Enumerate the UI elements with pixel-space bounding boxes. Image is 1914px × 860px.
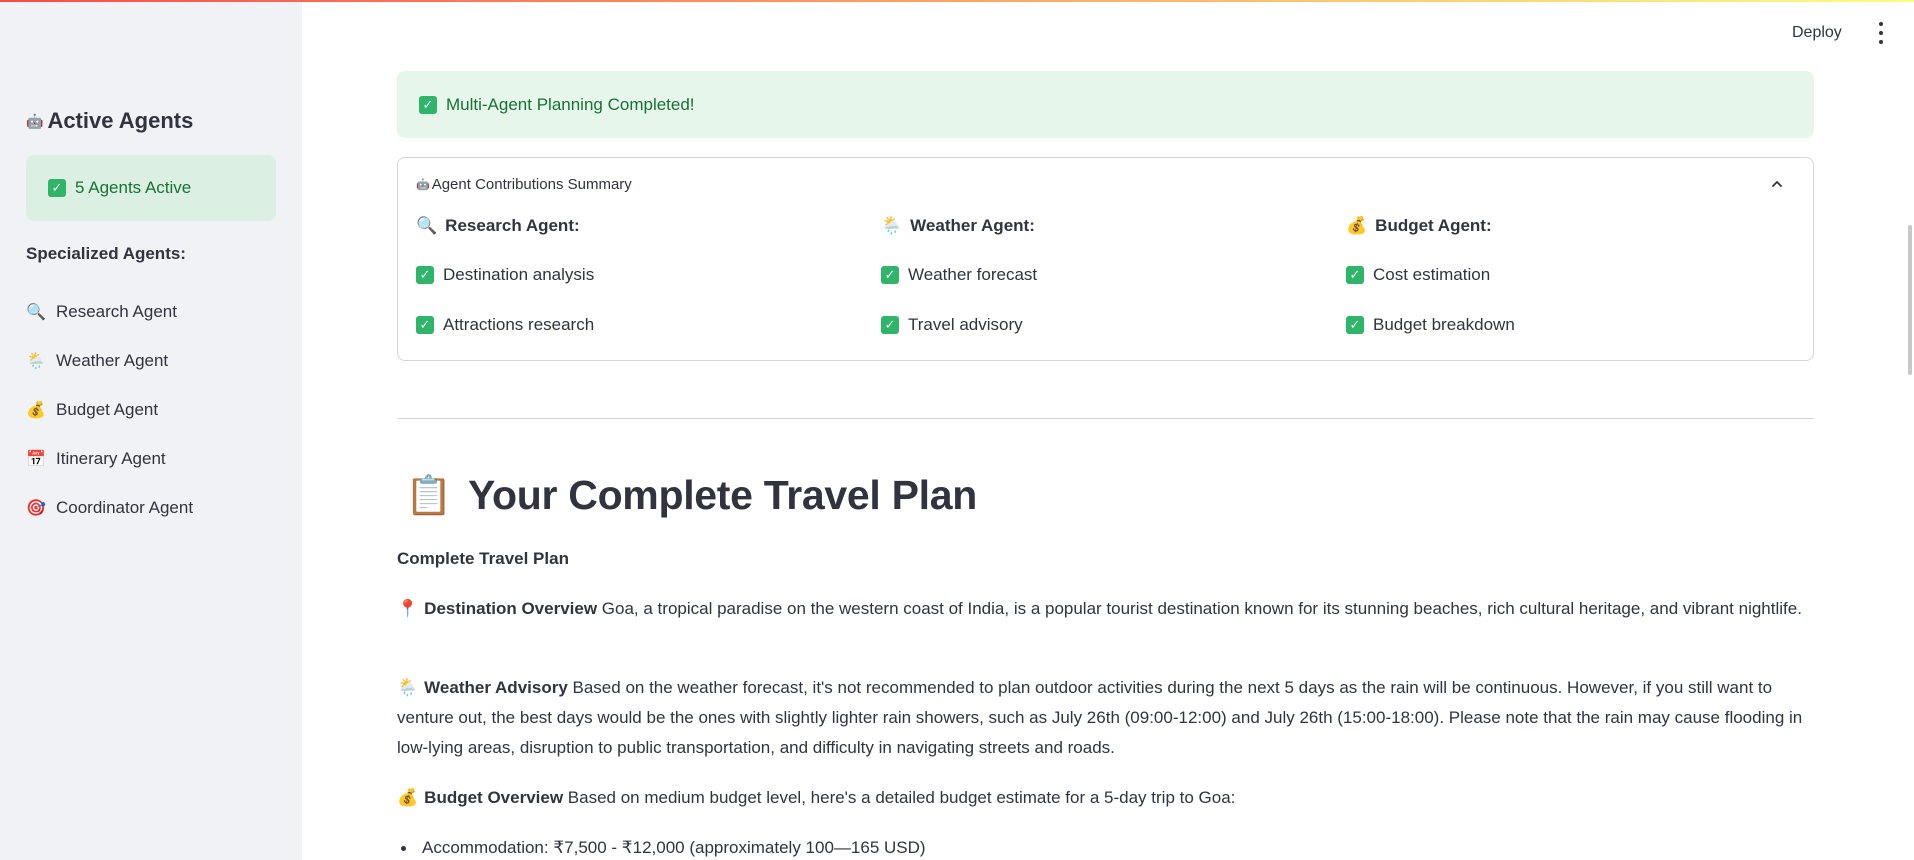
agents-active-status: ✓ 5 Agents Active	[26, 155, 276, 221]
bullet-text: Accommodation: ₹7,500 - ₹12,000 (approxi…	[422, 838, 926, 857]
budget-text: Based on medium budget level, here's a d…	[567, 788, 1236, 807]
agent-list: 🔍 Research Agent 🌦️ Weather Agent 💰 Budg…	[26, 287, 193, 532]
sidebar-item-label: Research Agent	[56, 301, 177, 321]
expander-header[interactable]: 🤖 Agent Contributions Summary	[416, 176, 632, 193]
plan-subtitle: Complete Travel Plan	[397, 549, 569, 568]
check-icon: ✓	[416, 316, 434, 334]
money-bag-icon: 💰	[397, 788, 419, 807]
column-title-text: Research Agent:	[445, 216, 580, 235]
page-title-text: Your Complete Travel Plan	[468, 472, 977, 518]
money-bag-icon: 💰	[26, 401, 46, 419]
sidebar-title: 🤖 Active Agents	[26, 108, 193, 134]
success-banner-text: Multi-Agent Planning Completed!	[446, 94, 695, 114]
sidebar-item-label: Weather Agent	[56, 350, 169, 370]
list-item: ✓ Destination analysis	[416, 263, 856, 287]
sidebar-item-budget-agent: 💰 Budget Agent	[26, 385, 193, 434]
sidebar-item-itinerary-agent: 📅 Itinerary Agent	[26, 434, 193, 483]
expander-title: Agent Contributions Summary	[431, 176, 632, 193]
budget-overview: 💰 Budget Overview Based on medium budget …	[397, 783, 1817, 813]
sidebar-item-label: Coordinator Agent	[56, 497, 194, 517]
column-title: 🌦️ Weather Agent:	[881, 214, 1321, 238]
divider	[397, 418, 1814, 419]
sidebar-item-label: Itinerary Agent	[56, 448, 166, 468]
robot-icon: 🤖	[26, 112, 44, 129]
scrollbar-thumb[interactable]	[1908, 225, 1912, 375]
weather-heading: Weather Advisory	[424, 678, 568, 697]
pin-icon: 📍	[397, 599, 419, 618]
clipboard-icon: 📋	[405, 474, 453, 517]
column-title-text: Budget Agent:	[1375, 216, 1492, 235]
sun-cloud-icon: 🌦️	[397, 678, 419, 697]
specialized-agents-heading: Specialized Agents:	[26, 244, 186, 263]
agent-contributions-expander: 🤖 Agent Contributions Summary 🔍 Research…	[397, 157, 1814, 361]
list-item: ✓ Attractions research	[416, 313, 856, 337]
budget-agent-column: 💰 Budget Agent: ✓ Cost estimation ✓ Budg…	[1346, 214, 1786, 337]
kebab-menu-icon[interactable]	[1874, 22, 1888, 44]
page-title: 📋 Your Complete Travel Plan	[405, 472, 977, 519]
check-icon: ✓	[881, 316, 899, 334]
list-item: ✓ Budget breakdown	[1346, 313, 1786, 337]
research-agent-column: 🔍 Research Agent: ✓ Destination analysis…	[416, 214, 856, 337]
robot-icon: 🤖	[416, 179, 430, 191]
sun-cloud-icon: 🌦️	[881, 216, 903, 235]
money-bag-icon: 💰	[1346, 216, 1368, 235]
sidebar-item-coordinator-agent: 🎯 Coordinator Agent	[26, 483, 193, 532]
budget-heading: Budget Overview	[424, 788, 564, 807]
magnifier-icon: 🔍	[416, 216, 438, 235]
check-icon: ✓	[1346, 266, 1364, 284]
list-item: Accommodation: ₹7,500 - ₹12,000 (approxi…	[397, 833, 926, 860]
calendar-icon: 📅	[26, 450, 46, 468]
sidebar-item-weather-agent: 🌦️ Weather Agent	[26, 336, 193, 385]
check-icon: ✓	[881, 266, 899, 284]
list-item-text: Budget breakdown	[1373, 315, 1515, 334]
list-item-text: Cost estimation	[1373, 265, 1491, 284]
check-icon: ✓	[416, 266, 434, 284]
destination-overview: 📍 Destination Overview Goa, a tropical pa…	[397, 594, 1817, 624]
column-title: 🔍 Research Agent:	[416, 214, 856, 238]
deploy-button[interactable]: Deploy	[1792, 24, 1842, 42]
column-title-text: Weather Agent:	[910, 216, 1035, 235]
sidebar: 🤖 Active Agents ✓ 5 Agents Active Specia…	[0, 0, 302, 860]
check-icon: ✓	[1346, 316, 1364, 334]
weather-advisory: 🌦️ Weather Advisory Based on the weather …	[397, 673, 1817, 763]
chevron-up-icon[interactable]	[1771, 178, 1783, 190]
sidebar-item-label: Budget Agent	[56, 399, 159, 419]
success-banner: ✓ Multi-Agent Planning Completed!	[397, 71, 1814, 138]
sidebar-title-text: Active Agents	[47, 108, 194, 133]
list-item-text: Travel advisory	[908, 315, 1023, 334]
list-item-text: Attractions research	[443, 315, 595, 334]
list-item-text: Weather forecast	[908, 265, 1038, 284]
agents-active-text: 5 Agents Active	[75, 178, 192, 197]
check-icon: ✓	[419, 95, 437, 114]
weather-text: Based on the weather forecast, it's not …	[397, 678, 1803, 757]
sun-cloud-icon: 🌦️	[26, 352, 46, 370]
target-icon: 🎯	[26, 499, 46, 517]
destination-text: Goa, a tropical paradise on the western …	[601, 599, 1802, 618]
list-item: ✓ Travel advisory	[881, 313, 1321, 337]
weather-agent-column: 🌦️ Weather Agent: ✓ Weather forecast ✓ T…	[881, 214, 1321, 337]
list-item: ✓ Cost estimation	[1346, 263, 1786, 287]
column-title: 💰 Budget Agent:	[1346, 214, 1786, 238]
list-item: ✓ Weather forecast	[881, 263, 1321, 287]
magnifier-icon: 🔍	[26, 303, 46, 321]
sidebar-item-research-agent: 🔍 Research Agent	[26, 287, 193, 336]
destination-heading: Destination Overview	[424, 599, 598, 618]
check-icon: ✓	[48, 179, 66, 197]
top-decoration-bar	[0, 0, 1914, 2]
list-item-text: Destination analysis	[443, 265, 595, 284]
bullet-dot	[401, 845, 406, 851]
